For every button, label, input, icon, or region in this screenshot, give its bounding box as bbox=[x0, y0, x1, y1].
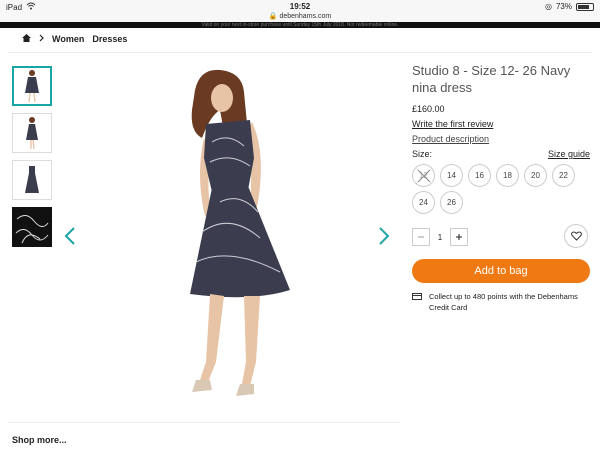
credit-card-promo: Collect up to 480 points with the Debenh… bbox=[412, 291, 590, 313]
size-selector: 12 14 16 18 20 22 24 26 bbox=[412, 164, 590, 214]
clock: 19:52 bbox=[289, 2, 311, 11]
quantity-value[interactable]: 1 bbox=[434, 233, 446, 242]
size-option-18[interactable]: 18 bbox=[496, 164, 519, 187]
divider bbox=[8, 52, 592, 53]
size-option-16[interactable]: 16 bbox=[468, 164, 491, 187]
url-text: debenhams.com bbox=[279, 13, 332, 20]
battery-percent: 73% bbox=[555, 2, 572, 11]
credit-card-icon bbox=[412, 293, 422, 300]
size-option-12[interactable]: 12 bbox=[412, 164, 435, 187]
add-to-bag-button[interactable]: Add to bag bbox=[412, 259, 590, 283]
breadcrumb-dresses[interactable]: Dresses bbox=[92, 34, 127, 44]
size-label-24: 24 bbox=[419, 198, 428, 207]
promo-banner: Valid on your next in-store purchase unt… bbox=[0, 22, 600, 28]
write-review-link[interactable]: Write the first review bbox=[412, 119, 590, 129]
size-label-18: 18 bbox=[503, 171, 512, 180]
size-label: Size: bbox=[412, 149, 433, 159]
home-icon[interactable] bbox=[22, 34, 31, 44]
battery-icon bbox=[576, 2, 594, 11]
chevron-left-icon[interactable] bbox=[62, 226, 78, 246]
quantity-stepper: 1 bbox=[412, 224, 590, 248]
product-details: Studio 8 - Size 12- 26 Navy nina dress £… bbox=[412, 62, 590, 313]
divider bbox=[8, 422, 400, 423]
thumbnail-flat[interactable] bbox=[12, 160, 52, 200]
credit-card-text: Collect up to 480 points with the Debenh… bbox=[429, 292, 578, 312]
size-label-14: 14 bbox=[447, 171, 456, 180]
increase-quantity-button[interactable] bbox=[450, 228, 468, 246]
size-option-20[interactable]: 20 bbox=[524, 164, 547, 187]
size-label-16: 16 bbox=[475, 171, 484, 180]
size-header: Size: Size guide bbox=[412, 149, 590, 159]
size-option-22[interactable]: 22 bbox=[552, 164, 575, 187]
size-option-14[interactable]: 14 bbox=[440, 164, 463, 187]
ios-status-bar: iPad 19:52 🔒 debenhams.com ◎ 73% bbox=[0, 0, 600, 22]
decrease-quantity-button[interactable] bbox=[412, 228, 430, 246]
size-label-20: 20 bbox=[531, 171, 540, 180]
shop-more-heading: Shop more... bbox=[12, 435, 67, 445]
lock-icon: 🔒 bbox=[268, 13, 278, 20]
product-title: Studio 8 - Size 12- 26 Navy nina dress bbox=[412, 63, 571, 95]
size-guide-link[interactable]: Size guide bbox=[548, 149, 590, 159]
thumbnail-side[interactable] bbox=[12, 113, 52, 153]
chevron-right-icon[interactable] bbox=[376, 226, 392, 246]
breadcrumb-women[interactable]: Women bbox=[52, 34, 84, 44]
thumbnail-list bbox=[12, 66, 52, 254]
product-description-link[interactable]: Product description bbox=[412, 134, 590, 144]
size-label-22: 22 bbox=[559, 171, 568, 180]
thumbnail-front[interactable] bbox=[12, 66, 52, 106]
chevron-right-icon bbox=[39, 34, 44, 44]
product-price: £160.00 bbox=[412, 104, 445, 114]
size-option-26[interactable]: 26 bbox=[440, 191, 463, 214]
size-label-26: 26 bbox=[447, 198, 456, 207]
address-bar[interactable]: 🔒 debenhams.com bbox=[0, 12, 600, 20]
thumbnail-detail[interactable] bbox=[12, 207, 52, 247]
size-option-24[interactable]: 24 bbox=[412, 191, 435, 214]
breadcrumb: Women Dresses bbox=[22, 34, 127, 44]
product-image[interactable] bbox=[140, 62, 310, 407]
rotation-lock-icon: ◎ bbox=[545, 2, 552, 11]
wishlist-heart-icon[interactable] bbox=[564, 224, 588, 248]
